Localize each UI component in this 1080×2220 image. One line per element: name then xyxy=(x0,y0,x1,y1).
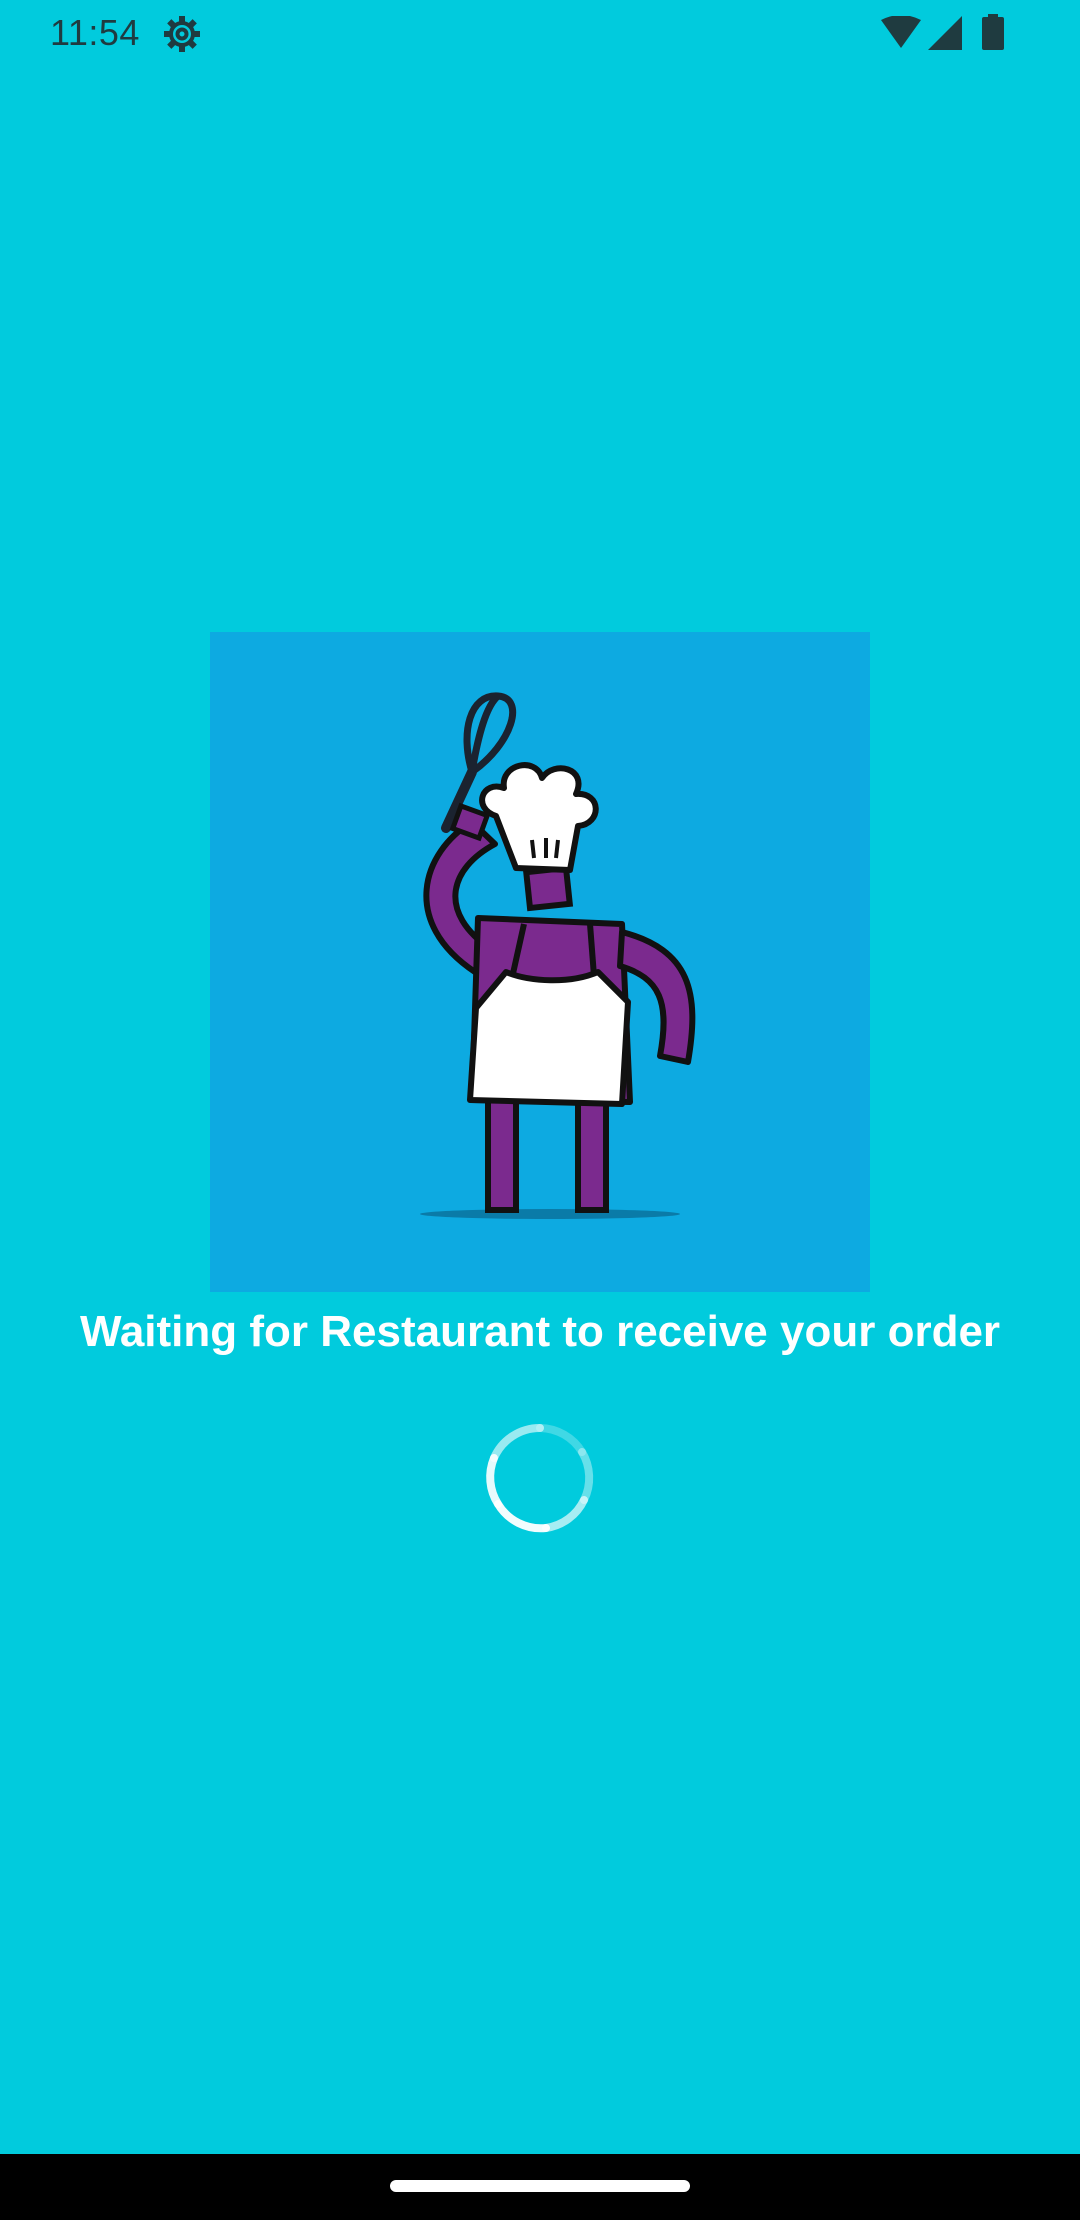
chef-left-leg xyxy=(485,1095,519,1213)
battery-icon xyxy=(982,14,1004,50)
settings-icon xyxy=(164,16,200,52)
home-gesture-handle[interactable] xyxy=(390,2180,690,2192)
chef-neck xyxy=(522,864,574,912)
whisk-head xyxy=(463,692,517,778)
order-waiting-screen: 11:54 Waiting for Restaurant to receive … xyxy=(0,0,1080,2220)
status-time: 11:54 xyxy=(50,12,140,53)
chef-illustration xyxy=(210,632,870,1292)
chef-shadow xyxy=(420,1209,680,1219)
navigation-bar xyxy=(0,2154,1080,2220)
order-status-message: Waiting for Restaurant to receive your o… xyxy=(79,1307,1001,1356)
status-bar: 11:54 xyxy=(0,0,1080,66)
loading-spinner xyxy=(486,1423,594,1533)
chef-right-leg xyxy=(575,1095,609,1213)
wifi-icon xyxy=(881,16,921,48)
chef-hat xyxy=(479,762,599,873)
chef-drawing xyxy=(420,692,696,1219)
chef-right-arm xyxy=(617,929,696,1065)
signal-icon xyxy=(928,16,962,50)
chef-apron xyxy=(467,969,631,1107)
